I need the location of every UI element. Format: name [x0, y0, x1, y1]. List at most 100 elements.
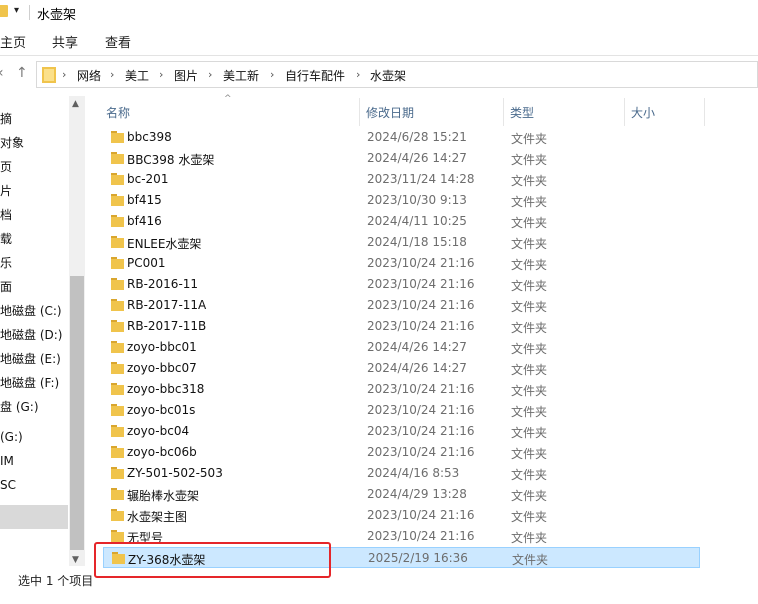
- nav-item[interactable]: 页: [0, 158, 12, 175]
- file-row[interactable]: RB-2017-11B 2023/10/24 21:16 文件夹: [103, 316, 700, 337]
- column-divider[interactable]: [704, 98, 705, 126]
- highlight-annotation: [94, 542, 331, 578]
- folder-icon: [111, 362, 124, 374]
- nav-item[interactable]: 地磁盘 (C:): [0, 302, 62, 319]
- file-row[interactable]: ENLEE水壶架 2024/1/18 15:18 文件夹: [103, 232, 700, 253]
- file-name: RB-2017-11B: [127, 319, 207, 333]
- column-header-date[interactable]: 修改日期: [366, 104, 414, 121]
- file-row[interactable]: 辗胎棒水壶架 2024/4/29 13:28 文件夹: [103, 484, 700, 505]
- file-type: 文件夹: [511, 426, 548, 440]
- nav-scrollbar-thumb[interactable]: [70, 276, 84, 550]
- file-name: bbc398: [127, 130, 172, 144]
- file-name: zoyo-bc04: [127, 424, 190, 438]
- file-name: zoyo-bc06b: [127, 445, 197, 459]
- file-row[interactable]: RB-2016-11 2023/10/24 21:16 文件夹: [103, 274, 700, 295]
- column-divider[interactable]: [503, 98, 504, 126]
- file-date: 2025/2/19 16:36: [368, 551, 468, 565]
- file-row[interactable]: bf416 2024/4/11 10:25 文件夹: [103, 211, 700, 232]
- file-row[interactable]: zoyo-bc01s 2023/10/24 21:16 文件夹: [103, 400, 700, 421]
- folder-icon: [111, 194, 124, 206]
- file-date: 2023/10/24 21:16: [367, 445, 475, 459]
- folder-icon: [111, 446, 124, 458]
- folder-icon: [111, 131, 124, 143]
- nav-item[interactable]: 摘: [0, 110, 12, 127]
- tab-share[interactable]: 共享: [52, 32, 78, 51]
- nav-item[interactable]: (G:): [0, 430, 23, 444]
- nav-item[interactable]: 载: [0, 230, 12, 247]
- nav-item[interactable]: IM: [0, 454, 14, 468]
- nav-item[interactable]: 地磁盘 (F:): [0, 374, 59, 391]
- file-row[interactable]: bf415 2023/10/30 9:13 文件夹: [103, 190, 700, 211]
- file-type: 文件夹: [511, 153, 548, 167]
- column-header-size[interactable]: 大小: [631, 104, 655, 121]
- file-type: 文件夹: [511, 447, 548, 461]
- file-date: 2024/4/16 8:53: [367, 466, 460, 480]
- breadcrumb-separator: ›: [62, 68, 67, 81]
- folder-icon: [111, 320, 124, 332]
- back-button[interactable]: ‹: [0, 65, 4, 81]
- file-row[interactable]: BBC398 水壶架 2024/4/26 14:27 文件夹: [103, 148, 700, 169]
- breadcrumb-item[interactable]: 水壶架: [370, 67, 406, 84]
- breadcrumb-separator: ›: [356, 68, 361, 81]
- file-date: 2023/10/24 21:16: [367, 382, 475, 396]
- file-date: 2023/10/24 21:16: [367, 529, 475, 543]
- file-row[interactable]: zoyo-bc06b 2023/10/24 21:16 文件夹: [103, 442, 700, 463]
- breadcrumb-item[interactable]: 美工新: [223, 67, 259, 84]
- folder-icon: [111, 404, 124, 416]
- column-divider[interactable]: [359, 98, 360, 126]
- file-name: ZY-501-502-503: [127, 466, 223, 480]
- folder-icon: [42, 67, 56, 83]
- nav-item[interactable]: 对象: [0, 134, 24, 151]
- nav-item[interactable]: 盘 (G:): [0, 398, 39, 415]
- scroll-down-icon[interactable]: ▼: [72, 555, 79, 565]
- nav-item[interactable]: 乐: [0, 254, 12, 271]
- window-title: 水壶架: [37, 8, 77, 23]
- folder-icon: [111, 152, 124, 164]
- nav-item[interactable]: SC: [0, 478, 16, 492]
- file-date: 2024/6/28 15:21: [367, 130, 467, 144]
- file-date: 2024/4/11 10:25: [367, 214, 467, 228]
- status-text: 选中 1 个项目: [18, 574, 94, 588]
- file-row[interactable]: 水壶架主图 2023/10/24 21:16 文件夹: [103, 505, 700, 526]
- file-name: bf416: [127, 214, 162, 228]
- file-type: 文件夹: [511, 174, 548, 188]
- folder-icon: [111, 509, 124, 521]
- nav-item[interactable]: 面: [0, 278, 12, 295]
- file-name: RB-2017-11A: [127, 298, 207, 312]
- file-name: BBC398 水壶架: [127, 153, 215, 167]
- file-name: bc-201: [127, 172, 169, 186]
- file-row[interactable]: zoyo-bc04 2023/10/24 21:16 文件夹: [103, 421, 700, 442]
- address-bar[interactable]: › 网络 › 美工 › 图片 › 美工新 › 自行车配件 › 水壶架: [36, 61, 758, 88]
- file-type: 文件夹: [511, 258, 548, 272]
- nav-item[interactable]: 地磁盘 (E:): [0, 350, 61, 367]
- scroll-up-icon[interactable]: ▲: [72, 99, 79, 109]
- folder-icon: [111, 383, 124, 395]
- tab-home[interactable]: 主页: [0, 32, 26, 51]
- file-row[interactable]: zoyo-bbc07 2024/4/26 14:27 文件夹: [103, 358, 700, 379]
- breadcrumb-item[interactable]: 图片: [174, 67, 198, 84]
- file-row[interactable]: RB-2017-11A 2023/10/24 21:16 文件夹: [103, 295, 700, 316]
- column-header-name[interactable]: 名称: [106, 104, 130, 121]
- file-row[interactable]: PC001 2023/10/24 21:16 文件夹: [103, 253, 700, 274]
- file-row[interactable]: bbc398 2024/6/28 15:21 文件夹: [103, 127, 700, 148]
- chevron-down-icon[interactable]: ▾: [14, 5, 19, 16]
- breadcrumb-item[interactable]: 网络: [77, 67, 101, 84]
- tab-view[interactable]: 查看: [105, 32, 131, 51]
- nav-item[interactable]: 片: [0, 182, 12, 199]
- file-type: 文件夹: [511, 531, 548, 545]
- column-divider[interactable]: [624, 98, 625, 126]
- column-header-type[interactable]: 类型: [510, 104, 534, 121]
- file-type: 文件夹: [512, 553, 549, 567]
- file-row[interactable]: bc-201 2023/11/24 14:28 文件夹: [103, 169, 700, 190]
- nav-selected-item[interactable]: [0, 505, 68, 529]
- breadcrumb-item[interactable]: 自行车配件: [285, 67, 345, 84]
- nav-item[interactable]: 地磁盘 (D:): [0, 326, 62, 343]
- file-row[interactable]: zoyo-bbc318 2023/10/24 21:16 文件夹: [103, 379, 700, 400]
- file-row[interactable]: zoyo-bbc01 2024/4/26 14:27 文件夹: [103, 337, 700, 358]
- nav-item[interactable]: 档: [0, 206, 12, 223]
- list-scrollbar[interactable]: [742, 96, 758, 566]
- up-button[interactable]: ↑: [16, 65, 28, 81]
- file-name: zoyo-bbc01: [127, 340, 197, 354]
- breadcrumb-item[interactable]: 美工: [125, 67, 149, 84]
- file-row[interactable]: ZY-501-502-503 2024/4/16 8:53 文件夹: [103, 463, 700, 484]
